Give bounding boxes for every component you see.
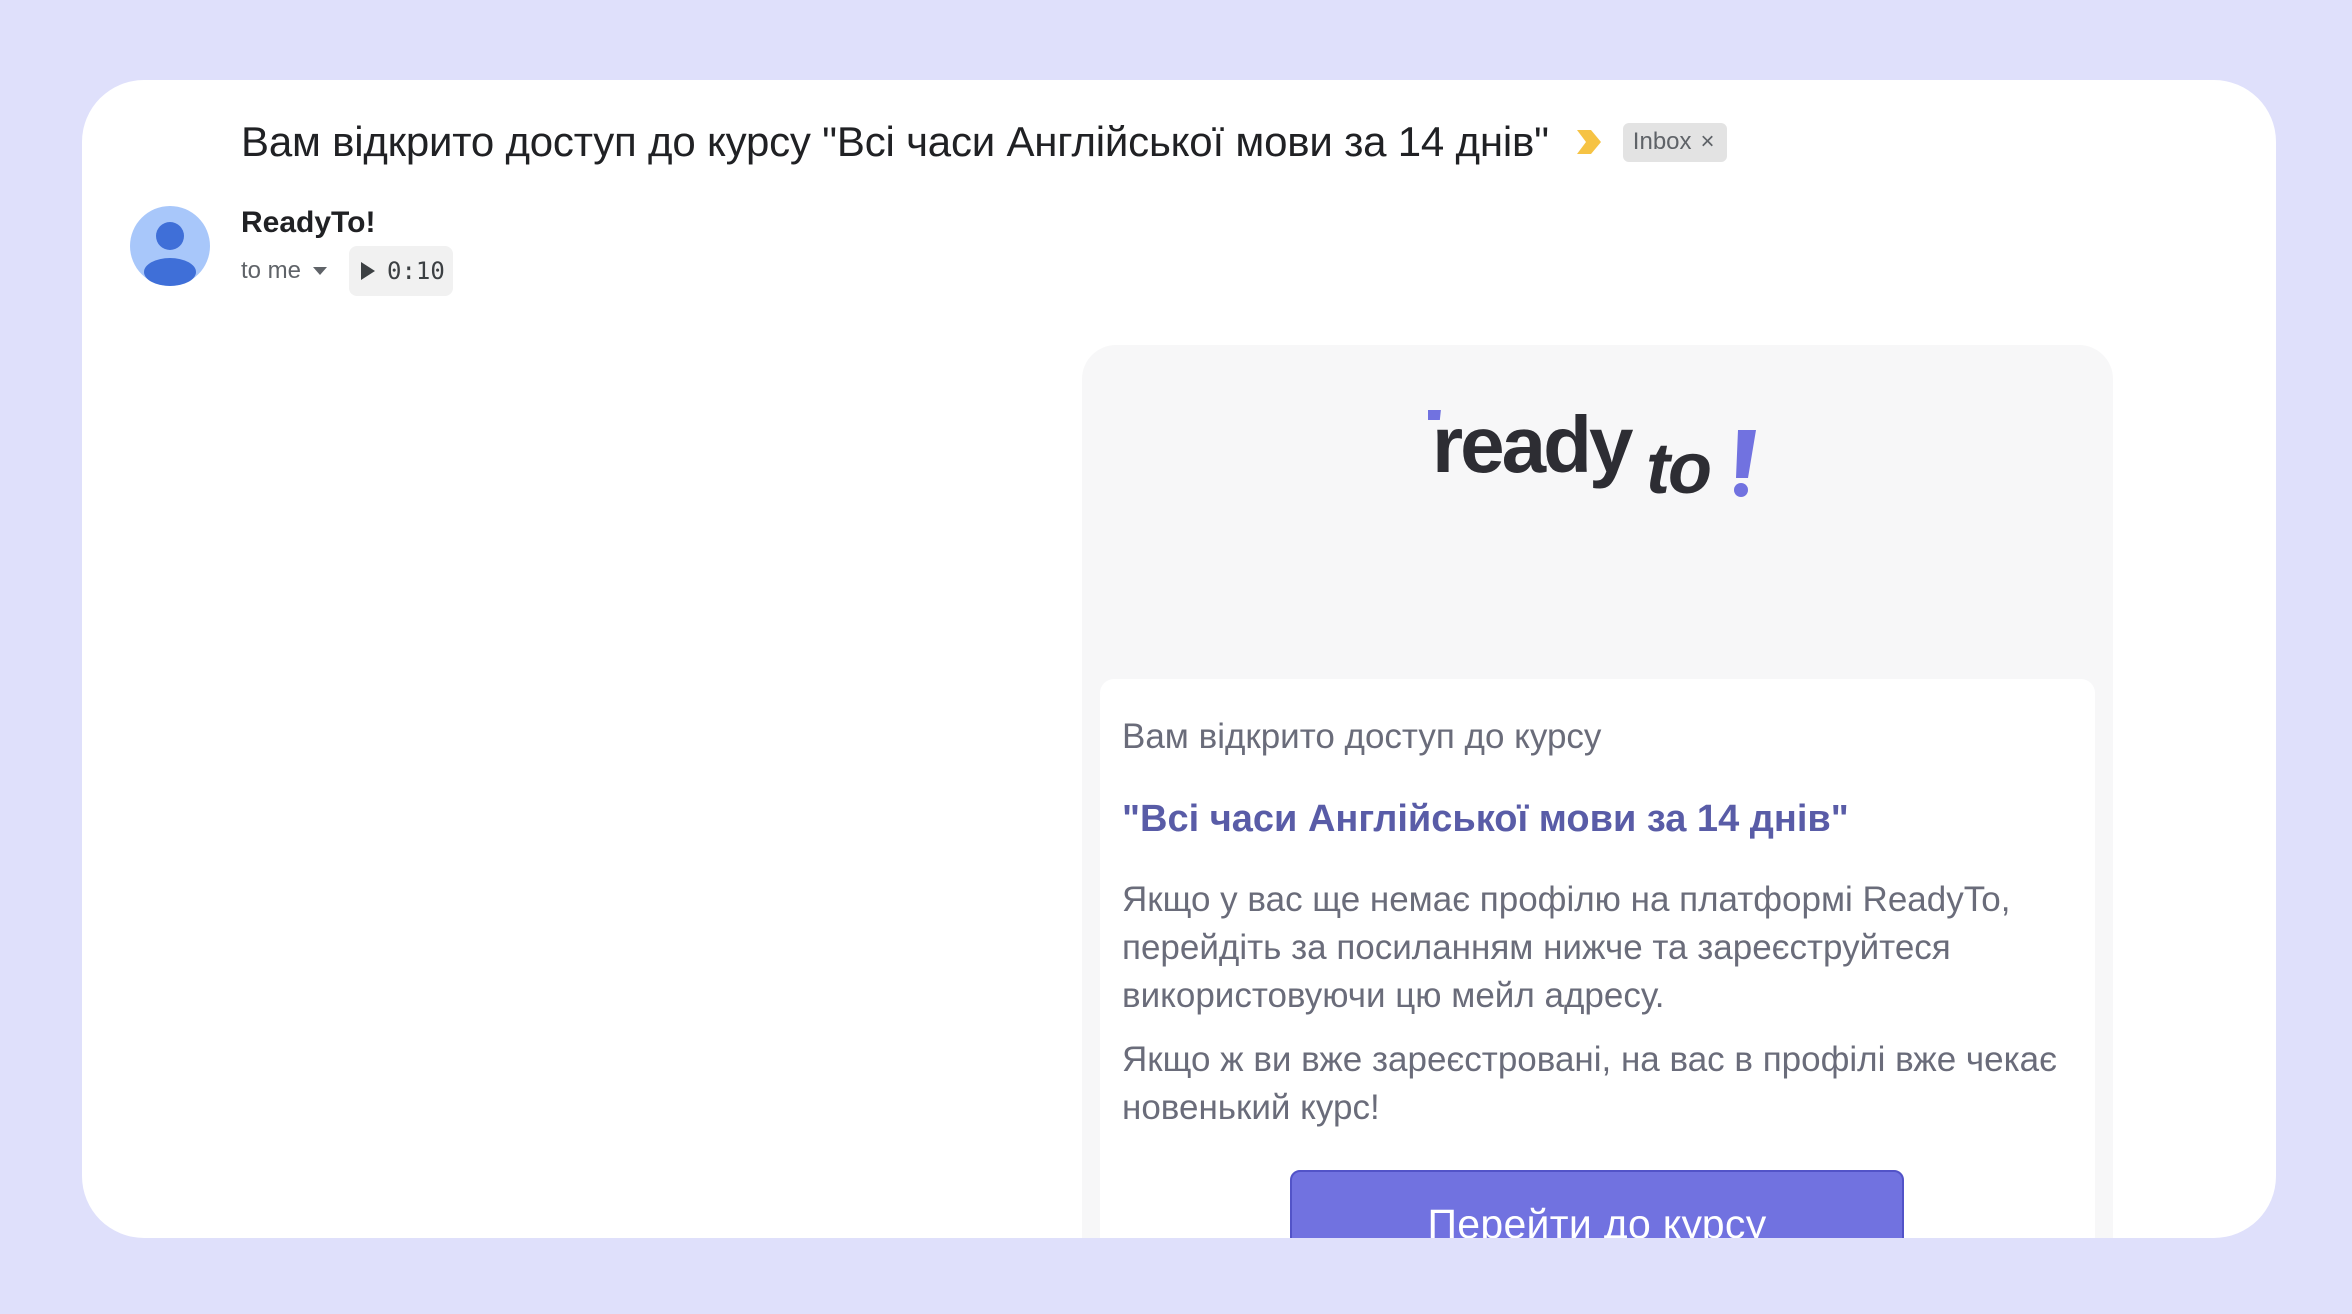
audio-player[interactable]: 0:10	[349, 246, 453, 296]
email-subject: Вам відкрито доступ до курсу "Всі часи А…	[241, 118, 1549, 165]
go-to-course-button[interactable]: Перейти до курсу	[1290, 1170, 1904, 1238]
caret-down-icon[interactable]	[313, 267, 328, 275]
person-icon	[130, 206, 210, 286]
logo-text-main: ready	[1432, 400, 1634, 489]
subject-row: Вам відкрито доступ до курсу "Всі часи А…	[241, 94, 1727, 190]
intro-text: Вам відкрито доступ до курсу	[1122, 717, 1602, 756]
email-view: Вам відкрито доступ до курсу "Всі часи А…	[82, 80, 2276, 1238]
important-marker-icon[interactable]	[1575, 127, 1603, 157]
play-icon[interactable]	[361, 262, 376, 280]
inbox-label-text: Inbox	[1632, 127, 1692, 155]
remove-label-icon[interactable]: ×	[1701, 128, 1715, 156]
inbox-label-chip[interactable]: Inbox ×	[1622, 122, 1727, 162]
sender-avatar[interactable]	[130, 206, 210, 286]
logo-graphic: ready to	[1427, 400, 1756, 509]
recipient-text[interactable]: to me	[241, 257, 301, 285]
audio-duration: 0:10	[387, 257, 445, 285]
existing-user-paragraph: Якщо ж ви вже зареєстровані, на вас в пр…	[1122, 1040, 2057, 1127]
readyto-logo: ready to	[1082, 390, 2113, 510]
logo-text-secondary: to	[1646, 429, 1710, 509]
logo-exclamation-bar	[1735, 430, 1756, 478]
sender-name[interactable]: ReadyTo!	[241, 206, 375, 240]
email-content-box: Вам відкрито доступ до курсу "Всі часи А…	[1100, 679, 2095, 1238]
logo-exclamation-dot	[1733, 483, 1748, 497]
registration-paragraph: Якщо у вас ще немає профілю на платформі…	[1122, 880, 2011, 1015]
recipient-row: to me 0:10	[241, 246, 453, 296]
course-title: "Всі часи Англійської мови за 14 днів"	[1122, 798, 1849, 840]
email-body-panel: ready to Вам відкрито доступ до курсу "В…	[1082, 345, 2113, 1238]
